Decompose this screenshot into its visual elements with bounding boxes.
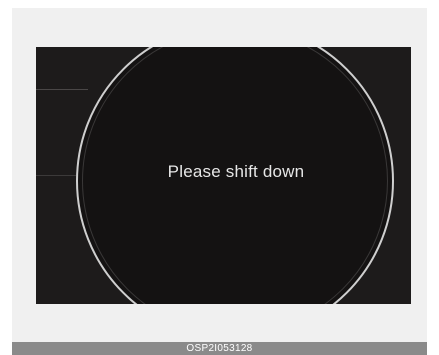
cluster-display: Please shift down [36, 47, 411, 304]
shift-message: Please shift down [167, 162, 305, 181]
display-edge-line [36, 89, 88, 90]
display-edge-line [36, 175, 76, 176]
figure-caption-code: OSP2I053128 [12, 342, 427, 355]
